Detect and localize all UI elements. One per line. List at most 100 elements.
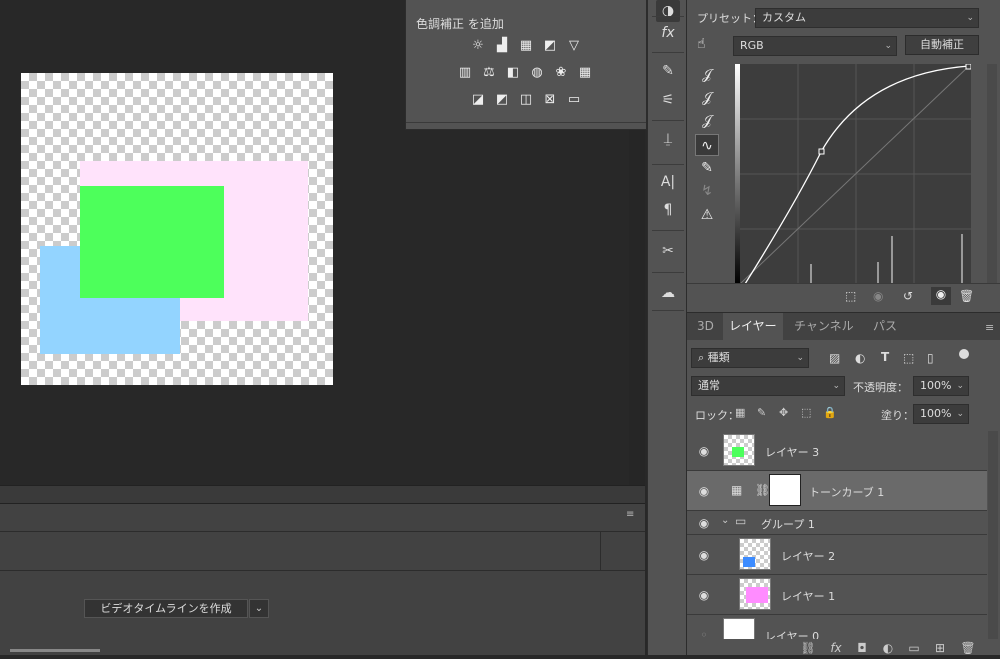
create-video-timeline-button[interactable]: ビデオタイムラインを作成 (84, 599, 248, 618)
layer-name[interactable]: レイヤー 0 (765, 628, 819, 639)
visibility-eye-icon[interactable]: ◉ (695, 514, 713, 532)
lock-position-icon[interactable]: ✥ (779, 406, 788, 419)
black-white-icon[interactable]: ◧ (504, 64, 522, 82)
new-adjustment-icon[interactable]: ◐ (879, 641, 897, 659)
layer-group-row[interactable]: ◉ ⌄ ▭ グループ 1 (687, 511, 987, 535)
layer-row[interactable]: ◦ レイヤー 0 (687, 615, 987, 639)
layer-name[interactable]: レイヤー 2 (781, 548, 835, 564)
link-layers-icon[interactable]: ⛓ (799, 641, 817, 659)
visibility-eye-icon[interactable]: ◉ (695, 586, 713, 604)
channel-select[interactable]: RGB ⌄ (733, 36, 897, 56)
opacity-input[interactable]: 100% ⌄ (913, 376, 969, 396)
gradient-triangle-icon[interactable]: ▽ (565, 37, 583, 55)
visibility-eye-icon[interactable]: ◦ (695, 626, 713, 639)
filter-kind-select[interactable]: ⌕ 種類 ⌄ (691, 348, 809, 368)
timeline-scrollbar[interactable] (10, 649, 100, 652)
layer-name[interactable]: グループ 1 (761, 516, 815, 532)
clipping-warning-icon[interactable]: ⚠ (695, 204, 719, 226)
layer-name[interactable]: トーンカーブ 1 (809, 484, 884, 500)
reset-icon[interactable]: ↺ (903, 289, 921, 305)
lock-artboard-icon[interactable]: ⬚ (801, 406, 811, 419)
filter-type-icon[interactable]: T (881, 350, 889, 364)
smooth-curve-icon[interactable]: ↯ (695, 180, 719, 202)
layer-name[interactable]: レイヤー 3 (765, 444, 819, 460)
tab-channels[interactable]: チャンネル (788, 313, 860, 340)
channel-mixer-icon[interactable]: ❀ (552, 64, 570, 82)
layers-scrollbar[interactable] (988, 431, 998, 639)
filter-toggle[interactable] (959, 349, 969, 359)
filter-adjustment-icon[interactable]: ◐ (855, 351, 865, 365)
add-mask-icon[interactable]: ◘ (853, 641, 871, 659)
filter-shape-icon[interactable]: ⬚ (903, 351, 914, 365)
new-layer-icon[interactable]: ⊞ (931, 641, 949, 659)
eyedropper-gray-icon[interactable]: 𝒥 (695, 87, 719, 109)
layer-mask-thumbnail[interactable] (769, 474, 801, 506)
properties-scrollbar[interactable] (987, 64, 997, 284)
brightness-icon[interactable]: ☼ (469, 37, 487, 55)
panel-menu-icon[interactable]: ≡ (626, 510, 640, 520)
photo-filter-icon[interactable]: ◍ (528, 64, 546, 82)
layers-bottom-bar: ⛓ fx ◘ ◐ ▭ ⊞ 🗑 (687, 641, 1000, 656)
trash-icon[interactable]: 🗑 (959, 289, 977, 305)
clip-to-layer-icon[interactable]: ⬚ (845, 289, 863, 305)
selective-color-icon[interactable]: ⊠ (541, 91, 559, 109)
brush-panel-icon[interactable]: ✎ (656, 60, 680, 82)
blend-mode-select[interactable]: 通常 ⌄ (691, 376, 845, 396)
visibility-eye-icon[interactable]: ◉ (695, 482, 713, 500)
visibility-eye-icon[interactable]: ◉ (695, 442, 713, 460)
tab-layers[interactable]: レイヤー (723, 313, 783, 340)
creative-cloud-icon[interactable]: ☁ (656, 282, 680, 304)
brush-settings-icon[interactable]: ⚟ (656, 89, 680, 111)
filter-smart-object-icon[interactable]: ▯ (927, 351, 934, 365)
levels-icon[interactable]: ▟ (493, 37, 511, 55)
layer-row[interactable]: ◉ ▦ ⛓ トーンカーブ 1 (687, 471, 987, 511)
styles-panel-icon[interactable]: fx (656, 22, 680, 44)
link-icon[interactable]: ⛓ (755, 483, 770, 497)
exposure-icon[interactable]: ◩ (541, 37, 559, 55)
invert-icon[interactable]: ◪ (469, 91, 487, 109)
opacity-label: 不透明度： (853, 381, 908, 394)
tool-presets-icon[interactable]: ✂ (656, 240, 680, 262)
document-canvas[interactable] (21, 73, 333, 385)
trash-icon[interactable]: 🗑 (959, 641, 977, 659)
adjustments-panel-icon[interactable]: ◑ (656, 0, 680, 22)
on-image-adjust-icon[interactable]: ☝ (697, 36, 717, 52)
threshold-icon[interactable]: ◫ (517, 91, 535, 109)
auto-button[interactable]: 自動補正 (905, 35, 979, 55)
chevron-down-icon[interactable]: ⌄ (249, 599, 269, 618)
eyedropper-black-icon[interactable]: 𝒥 (695, 64, 719, 86)
clone-source-icon[interactable]: ⍊ (656, 128, 680, 150)
visibility-eye-icon[interactable]: ◉ (695, 546, 713, 564)
gradient-map-icon[interactable]: ▭ (565, 91, 583, 109)
layer-row[interactable]: ◉ レイヤー 1 (687, 575, 987, 615)
curves-icon[interactable]: ▦ (517, 37, 535, 55)
tab-3d[interactable]: 3D (691, 313, 720, 340)
panel-menu-icon[interactable]: ≡ (985, 321, 994, 334)
layer-row[interactable]: ◉ レイヤー 3 (687, 431, 987, 471)
vibrance-icon[interactable]: ▥ (456, 64, 474, 82)
curve-graph[interactable] (735, 63, 972, 285)
visibility-eye-icon[interactable]: ◉ (931, 287, 951, 305)
chevron-down-icon[interactable]: ⌄ (721, 515, 729, 526)
layer-style-icon[interactable]: fx (827, 641, 845, 659)
posterize-icon[interactable]: ◩ (493, 91, 511, 109)
lock-transparent-icon[interactable]: ▦ (735, 406, 745, 419)
eyedropper-white-icon[interactable]: 𝒥 (695, 110, 719, 132)
lock-all-icon[interactable]: 🔒 (823, 406, 837, 419)
tab-paths[interactable]: パス (867, 313, 903, 340)
color-lookup-icon[interactable]: ▦ (576, 64, 594, 82)
preset-select[interactable]: カスタム ⌄ (755, 8, 979, 28)
paragraph-panel-icon[interactable]: ¶ (656, 199, 680, 221)
layer-name[interactable]: レイヤー 1 (781, 588, 835, 604)
pencil-icon[interactable]: ✎ (695, 157, 719, 179)
layer-row[interactable]: ◉ レイヤー 2 (687, 535, 987, 575)
color-balance-icon[interactable]: ⚖ (480, 64, 498, 82)
filter-pixel-icon[interactable]: ▨ (829, 351, 840, 365)
character-panel-icon[interactable]: A| (656, 171, 680, 193)
fill-input[interactable]: 100% ⌄ (913, 404, 969, 424)
view-previous-icon[interactable]: ◉ (873, 289, 891, 305)
new-group-icon[interactable]: ▭ (905, 641, 923, 659)
curve-point-tool-icon[interactable]: ∿ (695, 134, 719, 156)
horizontal-scrollbar[interactable] (0, 485, 645, 503)
lock-image-icon[interactable]: ✎ (757, 406, 766, 419)
